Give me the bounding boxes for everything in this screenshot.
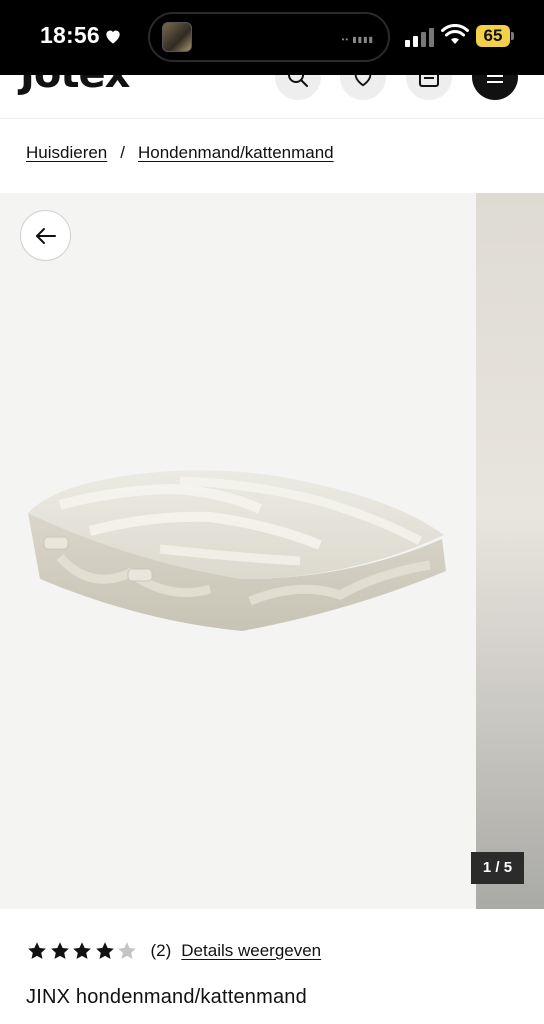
status-time: 18:56 — [40, 22, 100, 48]
app-header: Jotex — [0, 75, 544, 119]
bag-icon — [419, 75, 439, 87]
menu-button[interactable] — [472, 75, 518, 100]
breadcrumb: Huisdieren / Hondenmand/kattenmand — [26, 143, 334, 163]
dynamic-island[interactable]: •• ▮▮▮▮ — [148, 12, 390, 62]
heart-status-icon — [106, 30, 120, 44]
battery-cap — [511, 32, 514, 40]
product-image-gallery[interactable]: 1 / 5 — [0, 193, 544, 909]
wifi-icon — [441, 24, 469, 44]
breadcrumb-separator: / — [120, 143, 125, 162]
audio-wave-icon: •• ▮▮▮▮ — [341, 35, 374, 44]
review-count: (2) — [150, 941, 172, 960]
battery-level: 65 — [483, 26, 503, 45]
heart-icon — [354, 75, 372, 87]
rating-stars — [26, 940, 139, 962]
product-image-cushion — [28, 470, 446, 631]
jotex-logo[interactable]: Jotex — [20, 75, 130, 97]
battery-icon: 65 — [476, 25, 514, 47]
favorites-button[interactable] — [340, 75, 386, 100]
signal-icon — [405, 28, 434, 47]
now-playing-thumbnail — [162, 22, 192, 52]
product-image-next-preview[interactable] — [476, 193, 544, 909]
product-image-current[interactable] — [0, 193, 475, 909]
product-rating: (2) Details weergeven — [26, 940, 321, 962]
details-link[interactable]: Details weergeven — [181, 941, 321, 961]
status-bar: 18:56 •• ▮▮▮▮ 65 — [0, 0, 544, 75]
cart-button[interactable] — [406, 75, 452, 100]
star-filled-icon — [73, 942, 91, 959]
breadcrumb-item-hondenmand[interactable]: Hondenmand/kattenmand — [138, 143, 334, 163]
search-button[interactable] — [275, 75, 321, 100]
search-icon — [288, 75, 308, 87]
back-button[interactable] — [20, 210, 71, 261]
breadcrumb-item-huisdieren[interactable]: Huisdieren — [26, 143, 107, 163]
star-empty-icon — [118, 942, 136, 959]
product-title: JINX hondenmand/kattenmand — [26, 986, 307, 1008]
menu-icon — [487, 75, 503, 83]
star-filled-icon — [95, 942, 114, 959]
image-counter: 1 / 5 — [471, 852, 524, 884]
star-filled-icon — [50, 942, 69, 959]
star-filled-icon — [28, 942, 46, 959]
arrow-left-icon — [36, 228, 56, 244]
